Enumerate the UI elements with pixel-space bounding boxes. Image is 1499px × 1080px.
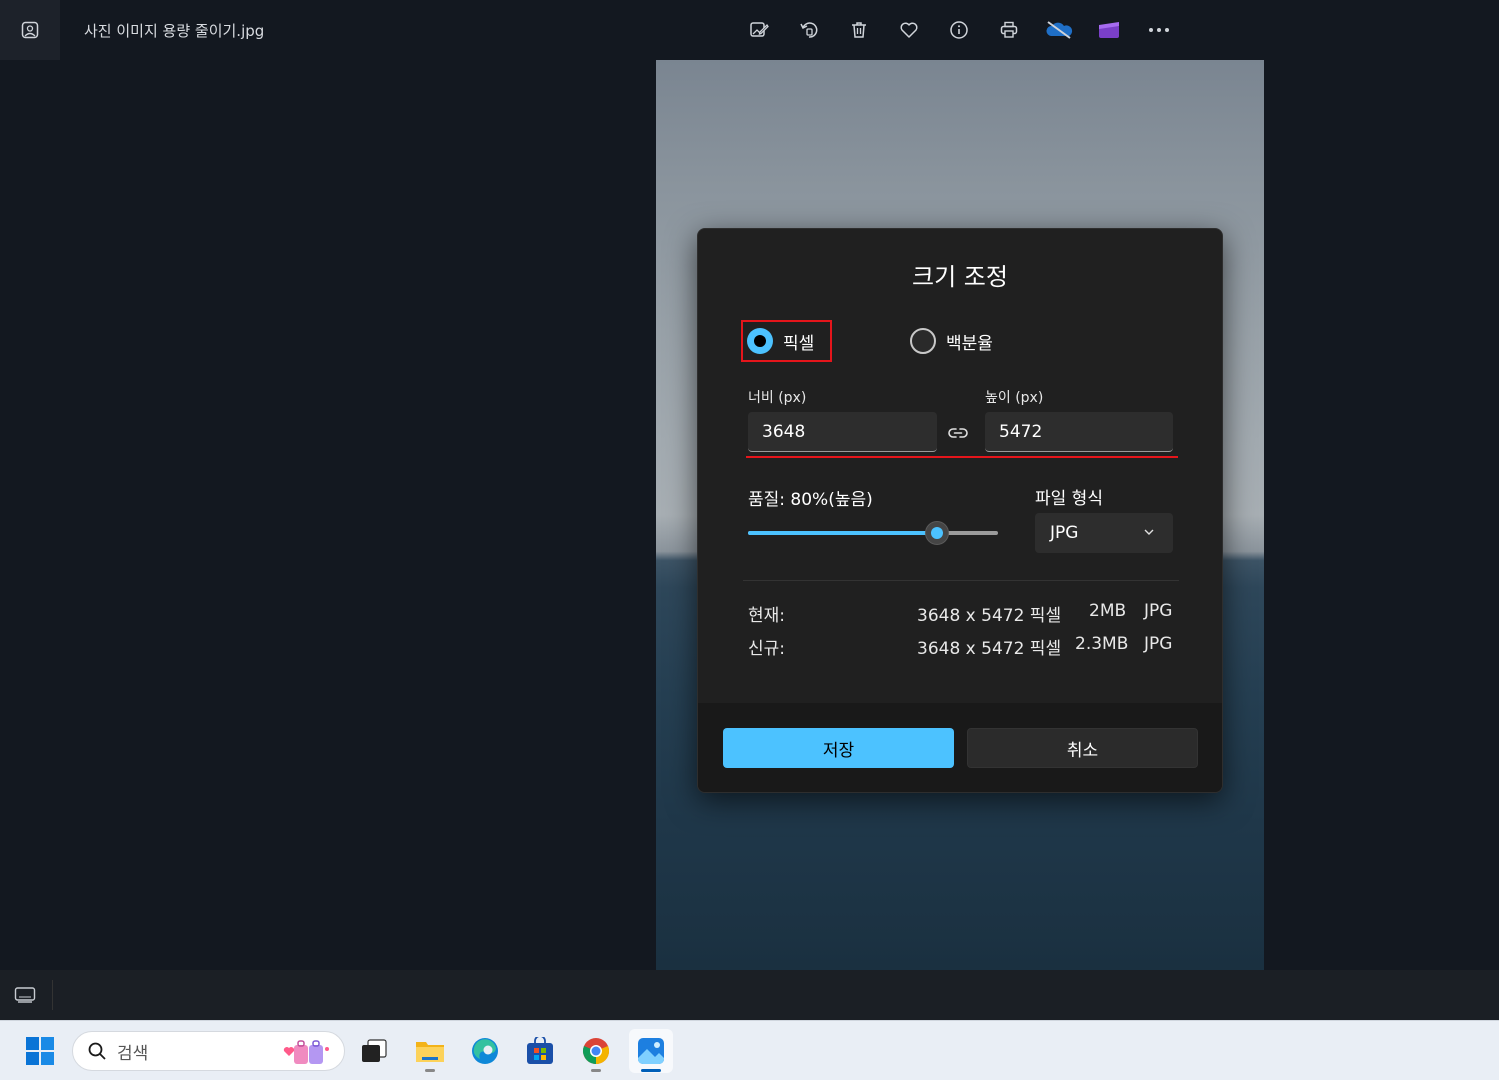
more-button[interactable] (1134, 10, 1184, 50)
search-icon (88, 1042, 106, 1060)
new-size: 2.3MB (1075, 634, 1129, 654)
current-label: 현재: (748, 606, 786, 626)
edge-icon (472, 1038, 498, 1064)
dimensions-highlight-underline (746, 456, 1178, 458)
radio-pixels-label: 픽셀 (783, 333, 815, 354)
taskbar: 검색 (0, 1020, 1499, 1080)
radio-percent[interactable] (910, 328, 936, 354)
file-title: 사진 이미지 용량 줄이기.jpg (84, 22, 265, 40)
current-size: 2MB (1089, 601, 1127, 621)
more-icon (1149, 28, 1169, 32)
format-label: 파일 형식 (1035, 489, 1103, 509)
current-info-row: 현재: 3648 x 5472 픽셀 2MB JPG (748, 601, 1173, 626)
start-button[interactable] (18, 1029, 62, 1073)
task-view-button[interactable] (352, 1029, 396, 1073)
current-dimensions: 3648 x 5472 픽셀 (917, 606, 1062, 626)
chrome-button[interactable] (574, 1029, 618, 1073)
file-explorer-icon (416, 1042, 444, 1062)
search-placeholder: 검색 (117, 1043, 149, 1064)
start-icon (26, 1037, 54, 1065)
rotate-button[interactable] (784, 10, 834, 50)
onedrive-icon (1046, 21, 1073, 39)
edge-button[interactable] (463, 1029, 507, 1073)
height-label: 높이 (px) (985, 390, 1044, 406)
new-info-row: 신규: 3648 x 5472 픽셀 2.3MB JPG (748, 634, 1173, 659)
delete-button[interactable] (834, 10, 884, 50)
rotate-icon (800, 22, 818, 38)
height-input[interactable]: 5472 (985, 412, 1173, 452)
new-dimensions: 3648 x 5472 픽셀 (917, 639, 1062, 659)
delete-icon (852, 22, 866, 38)
quality-slider-thumb[interactable] (925, 521, 949, 545)
save-button[interactable]: 저장 (723, 728, 954, 768)
dialog-footer: 저장 취소 (698, 703, 1222, 792)
edit-image-icon (750, 22, 769, 37)
onedrive-button[interactable] (1034, 10, 1084, 50)
format-select-value: JPG (1050, 523, 1079, 543)
file-explorer-button[interactable] (408, 1029, 452, 1073)
current-format: JPG (1144, 601, 1173, 621)
filmstrip-divider (52, 980, 53, 1010)
toolbar (734, 10, 1184, 50)
search-highlight-icon (283, 1040, 329, 1064)
info-button[interactable] (934, 10, 984, 50)
dialog-title: 크기 조정 (912, 263, 1008, 291)
radio-pixels[interactable] (747, 328, 773, 354)
format-select[interactable]: JPG (1035, 513, 1173, 553)
favorite-button[interactable] (884, 10, 934, 50)
photos-icon (638, 1038, 664, 1064)
chrome-running-indicator (591, 1069, 601, 1072)
photos-active-indicator (641, 1069, 661, 1072)
store-button[interactable] (518, 1029, 562, 1073)
filmstrip-toggle-button[interactable] (14, 986, 36, 1008)
radio-percent-label: 백분율 (946, 333, 993, 354)
radio-percent-option[interactable]: 백분율 (910, 328, 993, 354)
clipchamp-button[interactable] (1084, 10, 1134, 50)
quality-slider[interactable] (748, 521, 998, 545)
quality-slider-fill (748, 531, 937, 535)
taskbar-search[interactable]: 검색 (72, 1031, 345, 1071)
new-format: JPG (1144, 634, 1173, 654)
width-input[interactable]: 3648 (748, 412, 937, 452)
chevron-down-icon (1144, 529, 1154, 535)
title-bar: 사진 이미지 용량 줄이기.jpg (0, 0, 1499, 60)
photos-taskbar-button[interactable] (629, 1029, 673, 1073)
filmstrip-bar (0, 970, 1499, 1020)
new-label: 신규: (748, 639, 786, 659)
aspect-ratio-link-icon[interactable] (947, 422, 969, 444)
file-explorer-running-indicator (425, 1069, 435, 1072)
photos-app-icon (21, 21, 39, 39)
cancel-button[interactable]: 취소 (967, 728, 1198, 768)
print-icon (1000, 21, 1018, 38)
divider (743, 580, 1179, 581)
favorite-icon (900, 22, 918, 38)
quality-label: 품질: 80%(높음) (748, 490, 873, 510)
resize-dialog: 크기 조정 픽셀 백분율 너비 (px) 3648 높이 (px) 5472 품… (697, 228, 1223, 793)
width-label: 너비 (px) (748, 390, 807, 406)
radio-pixels-option[interactable]: 픽셀 (747, 328, 814, 354)
print-button[interactable] (984, 10, 1034, 50)
store-icon (527, 1037, 553, 1064)
photos-app-button[interactable] (0, 0, 60, 60)
edit-image-button[interactable] (734, 10, 784, 50)
chrome-icon (583, 1038, 609, 1064)
clipchamp-icon (1099, 22, 1119, 38)
task-view-icon (362, 1039, 387, 1062)
filmstrip-icon (14, 987, 36, 1003)
info-icon (950, 21, 968, 39)
